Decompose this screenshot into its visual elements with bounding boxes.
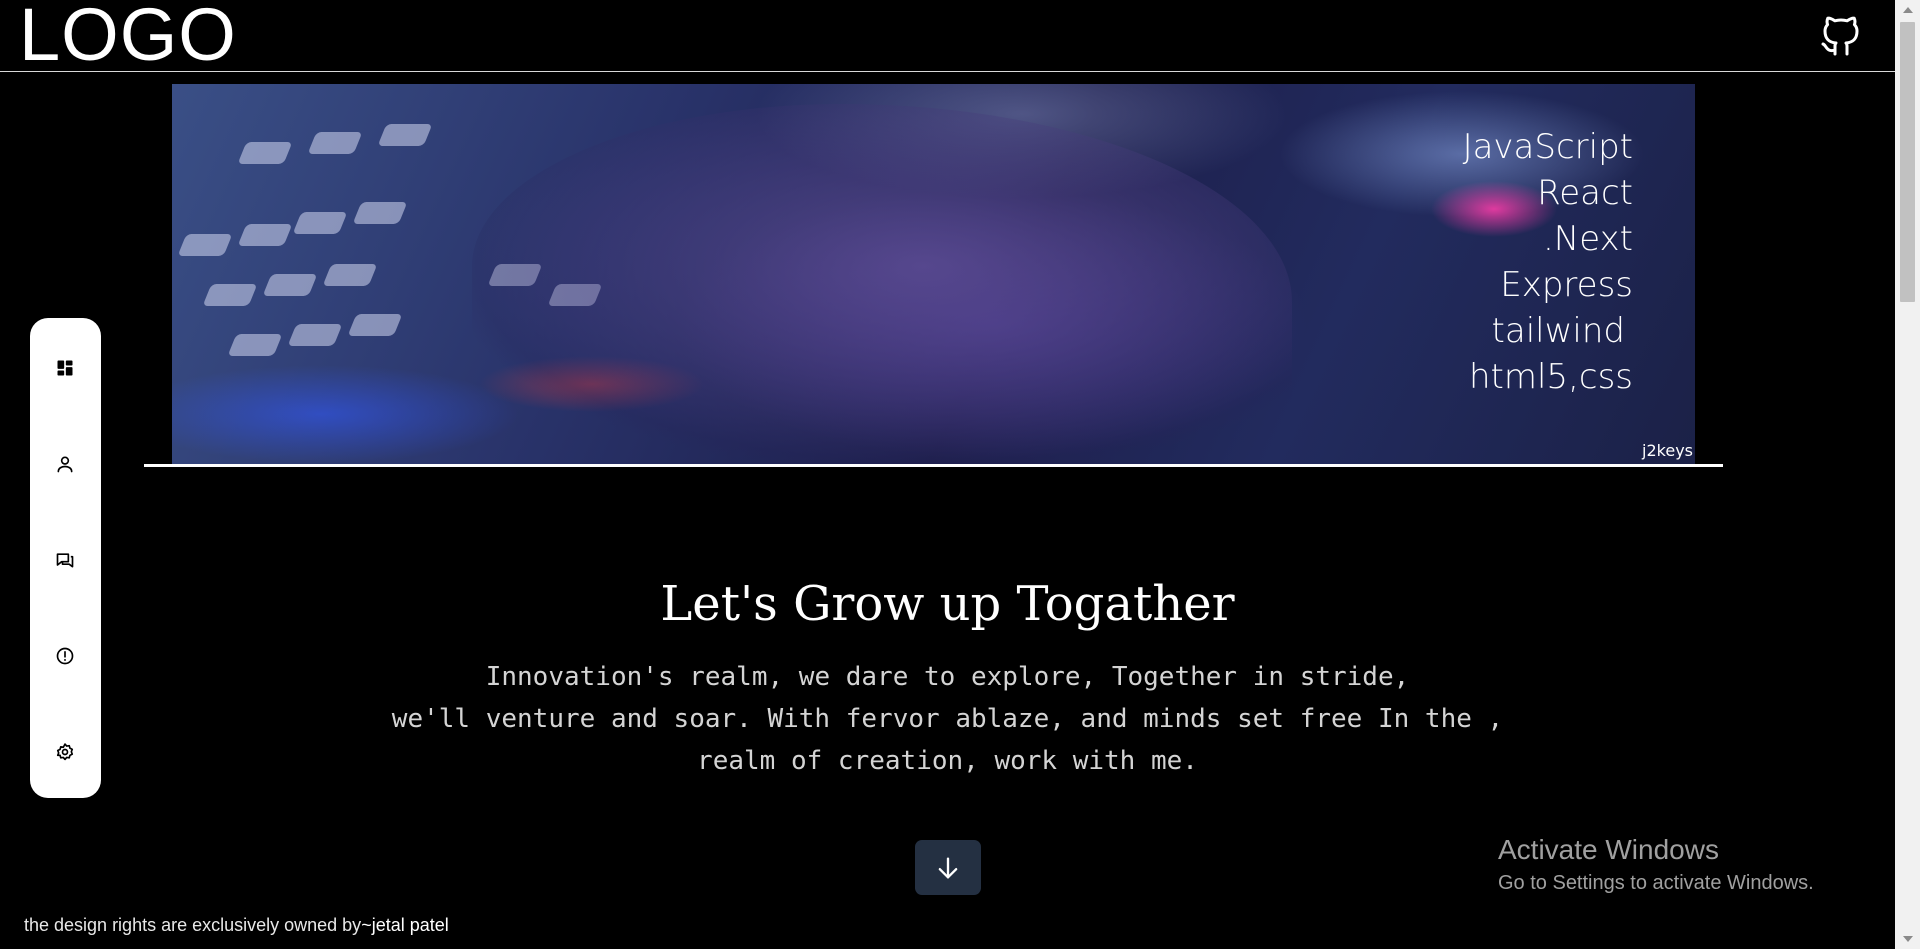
tech-item: Express <box>1500 265 1633 305</box>
intro-text: Innovation's realm, we dare to explore, … <box>0 656 1895 782</box>
tech-item: .Next <box>1542 219 1633 259</box>
intro-line: realm of creation, work with me. <box>697 746 1198 776</box>
scrollbar-thumb[interactable] <box>1900 22 1915 302</box>
tech-item: JavaScript <box>1462 127 1633 167</box>
site-header: LOGO <box>0 0 1895 72</box>
dashboard-icon[interactable] <box>53 356 77 380</box>
page-title: Let's Grow up Togather <box>660 576 1235 632</box>
scroll-up-arrow-icon[interactable] <box>1903 7 1913 13</box>
tech-item: React <box>1537 173 1633 213</box>
user-icon[interactable] <box>53 452 77 476</box>
scrollbar[interactable] <box>1895 0 1920 949</box>
footer: the design rights are exclusively owned … <box>24 915 449 936</box>
scroll-down-arrow-icon[interactable] <box>1903 936 1913 942</box>
intro-line: Innovation's realm, we dare to explore, … <box>485 662 1410 692</box>
github-icon[interactable] <box>1817 12 1865 60</box>
tech-list: JavaScript React .Next Express tailwind … <box>1463 124 1633 400</box>
divider <box>144 464 1723 467</box>
tech-item: html5,css <box>1468 357 1633 397</box>
logo[interactable]: LOGO <box>19 0 237 72</box>
watermark-title: Activate Windows <box>1498 834 1719 865</box>
tech-item: tailwind <box>1491 311 1625 351</box>
hero-credit: j2keys <box>1642 441 1693 460</box>
scroll-down-button[interactable] <box>915 840 981 895</box>
windows-activation-watermark: Activate Windows Go to Settings to activ… <box>1498 833 1814 897</box>
footer-text: the design rights are exclusively owned … <box>24 915 362 935</box>
arrow-down-icon <box>938 857 958 878</box>
footer-owner: ~jetal patel <box>361 915 449 935</box>
hero-banner: JavaScript React .Next Express tailwind … <box>172 84 1695 464</box>
intro-line: we'll venture and soar. With fervor abla… <box>391 704 1504 734</box>
chat-icon[interactable] <box>53 548 77 572</box>
watermark-subtitle: Go to Settings to activate Windows. <box>1498 872 1814 894</box>
